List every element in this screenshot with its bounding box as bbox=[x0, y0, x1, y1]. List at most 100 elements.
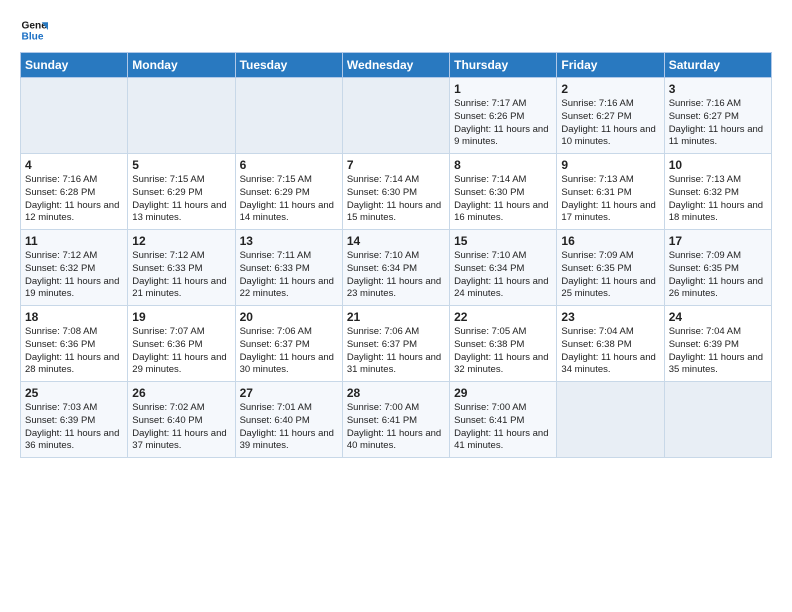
calendar-cell: 23Sunrise: 7:04 AM Sunset: 6:38 PM Dayli… bbox=[557, 306, 664, 382]
col-header-saturday: Saturday bbox=[664, 53, 771, 78]
col-header-friday: Friday bbox=[557, 53, 664, 78]
day-number: 18 bbox=[25, 310, 123, 324]
day-number: 9 bbox=[561, 158, 659, 172]
day-info: Sunrise: 7:16 AM Sunset: 6:27 PM Dayligh… bbox=[669, 98, 767, 149]
day-number: 17 bbox=[669, 234, 767, 248]
day-number: 4 bbox=[25, 158, 123, 172]
day-number: 5 bbox=[132, 158, 230, 172]
calendar-cell: 21 Sunrise: 7:06 AM Sunset: 6:37 PM Dayli… bbox=[342, 306, 449, 382]
day-number: 27 bbox=[240, 386, 338, 400]
calendar-cell: 22 Sunrise: 7:05 AM Sunset: 6:38 PM Dayli… bbox=[450, 306, 557, 382]
day-info: Sunrise: 7:14 AM Sunset: 6:30 PM Dayligh… bbox=[454, 174, 552, 225]
day-info: Sunrise: 7:00 AM Sunset: 6:41 PM Dayligh… bbox=[347, 402, 445, 453]
day-number: 2 bbox=[561, 82, 659, 96]
calendar-cell bbox=[342, 78, 449, 154]
calendar-cell: 3 Sunrise: 7:16 AM Sunset: 6:27 PM Daylig… bbox=[664, 78, 771, 154]
calendar-cell bbox=[21, 78, 128, 154]
calendar-cell: 7 Sunrise: 7:14 AM Sunset: 6:30 PM Daylig… bbox=[342, 154, 449, 230]
day-info: Sunrise: 7:17 AM Sunset: 6:26 PM Dayligh… bbox=[454, 98, 552, 149]
day-info: Sunrise: 7:08 AM Sunset: 6:36 PM Dayligh… bbox=[25, 326, 123, 377]
calendar-cell bbox=[664, 382, 771, 458]
col-header-tuesday: Tuesday bbox=[235, 53, 342, 78]
calendar-cell: 6 Sunrise: 7:15 AM Sunset: 6:29 PM Daylig… bbox=[235, 154, 342, 230]
calendar-cell bbox=[557, 382, 664, 458]
day-number: 15 bbox=[454, 234, 552, 248]
col-header-sunday: Sunday bbox=[21, 53, 128, 78]
day-number: 19 bbox=[132, 310, 230, 324]
day-info: Sunrise: 7:01 AM Sunset: 6:40 PM Dayligh… bbox=[240, 402, 338, 453]
day-info: Sunrise: 7:13 AM Sunset: 6:31 PM Dayligh… bbox=[561, 174, 659, 225]
day-number: 24 bbox=[669, 310, 767, 324]
day-number: 14 bbox=[347, 234, 445, 248]
day-info: Sunrise: 7:11 AM Sunset: 6:33 PM Dayligh… bbox=[240, 250, 338, 301]
day-info: Sunrise: 7:09 AM Sunset: 6:35 PM Dayligh… bbox=[669, 250, 767, 301]
day-info: Sunrise: 7:15 AM Sunset: 6:29 PM Dayligh… bbox=[240, 174, 338, 225]
calendar-cell: 5 Sunrise: 7:15 AM Sunset: 6:29 PM Daylig… bbox=[128, 154, 235, 230]
col-header-thursday: Thursday bbox=[450, 53, 557, 78]
day-number: 6 bbox=[240, 158, 338, 172]
calendar-cell: 20Sunrise: 7:06 AM Sunset: 6:37 PM Dayli… bbox=[235, 306, 342, 382]
day-info: Sunrise: 7:12 AM Sunset: 6:33 PM Dayligh… bbox=[132, 250, 230, 301]
day-info: Sunrise: 7:09 AM Sunset: 6:35 PM Dayligh… bbox=[561, 250, 659, 301]
day-info: Sunrise: 7:14 AM Sunset: 6:30 PM Dayligh… bbox=[347, 174, 445, 225]
day-number: 29 bbox=[454, 386, 552, 400]
day-number: 22 bbox=[454, 310, 552, 324]
day-number: 25 bbox=[25, 386, 123, 400]
day-number: 16 bbox=[561, 234, 659, 248]
col-header-wednesday: Wednesday bbox=[342, 53, 449, 78]
day-number: 1 bbox=[454, 82, 552, 96]
day-number: 20 bbox=[240, 310, 338, 324]
day-info: Sunrise: 7:02 AM Sunset: 6:40 PM Dayligh… bbox=[132, 402, 230, 453]
calendar-cell: 19 Sunrise: 7:07 AM Sunset: 6:36 PM Dayli… bbox=[128, 306, 235, 382]
day-info: Sunrise: 7:10 AM Sunset: 6:34 PM Dayligh… bbox=[454, 250, 552, 301]
col-header-monday: Monday bbox=[128, 53, 235, 78]
calendar-cell: 15 Sunrise: 7:10 AM Sunset: 6:34 PM Dayli… bbox=[450, 230, 557, 306]
day-number: 28 bbox=[347, 386, 445, 400]
day-info: Sunrise: 7:15 AM Sunset: 6:29 PM Dayligh… bbox=[132, 174, 230, 225]
day-number: 10 bbox=[669, 158, 767, 172]
calendar-cell: 18 Sunrise: 7:08 AM Sunset: 6:36 PM Dayli… bbox=[21, 306, 128, 382]
day-info: Sunrise: 7:06 AM Sunset: 6:37 PM Dayligh… bbox=[347, 326, 445, 377]
day-info: Sunrise: 7:13 AM Sunset: 6:32 PM Dayligh… bbox=[669, 174, 767, 225]
calendar-cell: 2 Sunrise: 7:16 AM Sunset: 6:27 PM Daylig… bbox=[557, 78, 664, 154]
calendar-cell: 25 Sunrise: 7:03 AM Sunset: 6:39 PM Dayli… bbox=[21, 382, 128, 458]
day-info: Sunrise: 7:03 AM Sunset: 6:39 PM Dayligh… bbox=[25, 402, 123, 453]
calendar-cell: 10 Sunrise: 7:13 AM Sunset: 6:32 PM Dayli… bbox=[664, 154, 771, 230]
day-number: 11 bbox=[25, 234, 123, 248]
svg-text:General: General bbox=[22, 20, 48, 31]
day-number: 12 bbox=[132, 234, 230, 248]
day-number: 13 bbox=[240, 234, 338, 248]
calendar-cell: 14 Sunrise: 7:10 AM Sunset: 6:34 PM Dayli… bbox=[342, 230, 449, 306]
calendar-cell: 11 Sunrise: 7:12 AM Sunset: 6:32 PM Dayli… bbox=[21, 230, 128, 306]
day-number: 3 bbox=[669, 82, 767, 96]
calendar-cell: 4 Sunrise: 7:16 AM Sunset: 6:28 PM Daylig… bbox=[21, 154, 128, 230]
calendar-cell: 17 Sunrise: 7:09 AM Sunset: 6:35 PM Dayli… bbox=[664, 230, 771, 306]
day-info: Sunrise: 7:07 AM Sunset: 6:36 PM Dayligh… bbox=[132, 326, 230, 377]
calendar-cell: 26 Sunrise: 7:02 AM Sunset: 6:40 PM Dayli… bbox=[128, 382, 235, 458]
day-number: 26 bbox=[132, 386, 230, 400]
calendar-cell: 27 Sunrise: 7:01 AM Sunset: 6:40 PM Dayli… bbox=[235, 382, 342, 458]
day-info: Sunrise: 7:05 AM Sunset: 6:38 PM Dayligh… bbox=[454, 326, 552, 377]
logo: General Blue bbox=[20, 16, 52, 44]
calendar-cell: 16 Sunrise: 7:09 AM Sunset: 6:35 PM Dayli… bbox=[557, 230, 664, 306]
calendar-cell: 12 Sunrise: 7:12 AM Sunset: 6:33 PM Dayli… bbox=[128, 230, 235, 306]
calendar-cell bbox=[235, 78, 342, 154]
calendar-cell: 24 Sunrise: 7:04 AM Sunset: 6:39 PM Dayli… bbox=[664, 306, 771, 382]
day-number: 8 bbox=[454, 158, 552, 172]
day-number: 7 bbox=[347, 158, 445, 172]
calendar-cell: 28 Sunrise: 7:00 AM Sunset: 6:41 PM Dayli… bbox=[342, 382, 449, 458]
calendar-cell: 8 Sunrise: 7:14 AM Sunset: 6:30 PM Daylig… bbox=[450, 154, 557, 230]
day-info: Sunrise: 7:04 AM Sunset: 6:39 PM Dayligh… bbox=[669, 326, 767, 377]
day-info: Sunrise: 7:16 AM Sunset: 6:28 PM Dayligh… bbox=[25, 174, 123, 225]
day-info: Sunrise: 7:12 AM Sunset: 6:32 PM Dayligh… bbox=[25, 250, 123, 301]
calendar-cell bbox=[128, 78, 235, 154]
day-info: Sunrise: 7:16 AM Sunset: 6:27 PM Dayligh… bbox=[561, 98, 659, 149]
calendar-table: SundayMondayTuesdayWednesdayThursdayFrid… bbox=[20, 52, 772, 458]
svg-text:Blue: Blue bbox=[22, 31, 44, 42]
calendar-cell: 29Sunrise: 7:00 AM Sunset: 6:41 PM Dayli… bbox=[450, 382, 557, 458]
day-info: Sunrise: 7:10 AM Sunset: 6:34 PM Dayligh… bbox=[347, 250, 445, 301]
calendar-cell: 9 Sunrise: 7:13 AM Sunset: 6:31 PM Daylig… bbox=[557, 154, 664, 230]
day-number: 21 bbox=[347, 310, 445, 324]
calendar-cell: 13 Sunrise: 7:11 AM Sunset: 6:33 PM Dayli… bbox=[235, 230, 342, 306]
calendar-cell: 1 Sunrise: 7:17 AM Sunset: 6:26 PM Daylig… bbox=[450, 78, 557, 154]
